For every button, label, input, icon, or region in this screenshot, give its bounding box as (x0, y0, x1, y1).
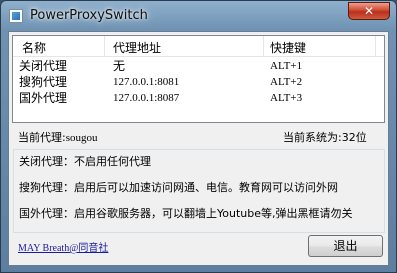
description-line: 关闭代理：不启用任何代理 (19, 155, 151, 168)
main-window: PowerProxySwitch ✕ 名称 代理地址 快捷键 关闭代理 无 AL… (0, 0, 397, 273)
row-address: 无 (113, 59, 126, 73)
client-area: 名称 代理地址 快捷键 关闭代理 无 ALT+1 搜狗代理 127.0.0.1:… (8, 31, 389, 266)
row-address: 127.0.0.1:8081 (113, 76, 180, 88)
row-name: 搜狗代理 (19, 75, 68, 89)
description-panel: 关闭代理：不启用任何代理 搜狗代理：启用后可以加速访问网通、电信。教育网可以访问… (13, 149, 385, 233)
row-address: 127.0.0.1:8087 (113, 92, 180, 104)
system-bitness-status: 当前系统为:32位 (283, 131, 367, 144)
proxy-list[interactable]: 名称 代理地址 快捷键 关闭代理 无 ALT+1 搜狗代理 127.0.0.1:… (12, 35, 385, 123)
column-header-name[interactable]: 名称 (22, 39, 46, 56)
close-button[interactable]: ✕ (348, 2, 390, 20)
current-proxy-label: 当前代理: (18, 131, 66, 144)
row-name: 关闭代理 (19, 59, 68, 73)
row-hotkey: ALT+1 (270, 60, 303, 72)
description-line: 搜狗代理：启用后可以加速访问网通、电信。教育网可以访问外网 (19, 181, 338, 194)
title-bar[interactable]: PowerProxySwitch ✕ (1, 1, 396, 31)
row-hotkey: ALT+2 (270, 76, 303, 88)
window-title: PowerProxySwitch (30, 8, 148, 23)
current-proxy-status: 当前代理:sougou (18, 129, 98, 145)
current-proxy-value: sougou (65, 132, 98, 144)
author-link[interactable]: MAY Breath@同音社 (18, 239, 108, 254)
column-divider[interactable] (375, 36, 376, 56)
close-icon: ✕ (363, 4, 375, 18)
column-divider[interactable] (263, 36, 264, 56)
column-header-address[interactable]: 代理地址 (113, 39, 161, 56)
list-row[interactable]: 国外代理 127.0.0.1:8087 ALT+3 (13, 90, 384, 106)
column-divider[interactable] (104, 36, 105, 56)
row-hotkey: ALT+3 (270, 92, 303, 104)
list-row[interactable]: 关闭代理 无 ALT+1 (13, 58, 384, 74)
column-header-hotkey[interactable]: 快捷键 (270, 39, 306, 56)
exit-button[interactable]: 退出 (308, 235, 383, 257)
description-line: 国外代理：启用谷歌服务器，可以翻墙上Youtube等,弹出黑框请勿关 (19, 207, 353, 220)
app-icon (9, 9, 23, 23)
list-header: 名称 代理地址 快捷键 (13, 36, 384, 57)
row-name: 国外代理 (19, 91, 68, 105)
list-row[interactable]: 搜狗代理 127.0.0.1:8081 ALT+2 (13, 74, 384, 90)
